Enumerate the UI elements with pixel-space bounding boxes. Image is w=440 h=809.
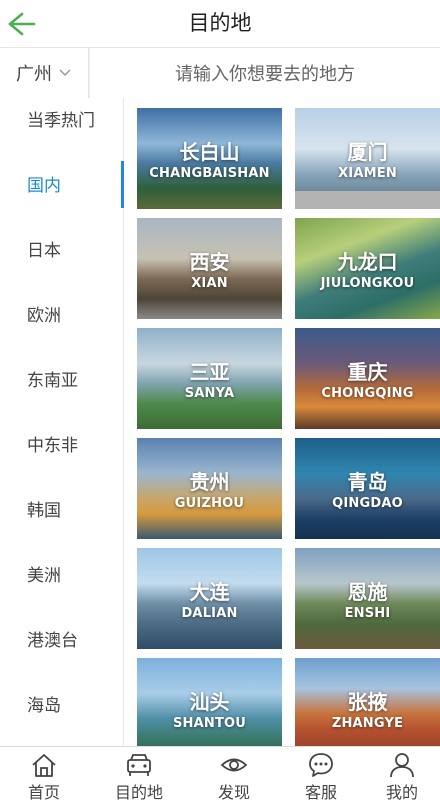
tab-me[interactable]: 我的 <box>364 747 440 809</box>
city-selector[interactable]: 广州 <box>0 48 89 98</box>
destination-name: 厦门 <box>347 140 388 164</box>
destination-card[interactable]: 张掖 ZHANGYE <box>295 658 440 746</box>
tab-discover[interactable]: 发现 <box>190 747 278 809</box>
destination-name: 大连 <box>189 580 230 604</box>
page-title: 目的地 <box>188 11 252 35</box>
tab-service[interactable]: 客服 <box>277 747 365 809</box>
destination-name: 三亚 <box>189 360 230 384</box>
destination-card[interactable]: 厦门 XIAMEN <box>295 108 440 209</box>
destination-pinyin: XIAN <box>191 276 228 291</box>
car-icon <box>127 754 151 776</box>
eye-icon <box>220 758 248 772</box>
destination-pinyin: QINGDAO <box>332 496 403 511</box>
search-bar: 广州 请输入你想要去的地方 <box>0 48 440 98</box>
destination-card[interactable]: 三亚 SANYA <box>137 328 282 429</box>
destination-name: 长白山 <box>179 140 240 164</box>
sidebar-item[interactable]: 海岛 <box>0 683 123 748</box>
destination-pinyin: SHANTOU <box>172 716 247 731</box>
destination-name: 西安 <box>189 250 230 274</box>
destination-pinyin: SANYA <box>184 386 235 401</box>
destination-card[interactable]: 长白山 CHANGBAISHAN <box>137 108 282 209</box>
destination-card[interactable]: 西安 XIAN <box>137 218 282 319</box>
user-icon <box>390 753 414 778</box>
tab-label: 发现 <box>217 783 250 802</box>
destination-card[interactable]: 青岛 QINGDAO <box>295 438 440 539</box>
search-input[interactable]: 请输入你想要去的地方 <box>90 48 440 98</box>
sidebar-item[interactable]: 日本 <box>0 228 123 293</box>
tab-label: 客服 <box>304 783 337 802</box>
destination-pinyin: ZHANGYE <box>331 716 404 731</box>
destination-pinyin: GUIZHOU <box>174 496 245 511</box>
destination-card[interactable]: 九龙口 JIULONGKOU <box>295 218 440 319</box>
destination-name: 九龙口 <box>337 250 398 274</box>
sidebar-item-active[interactable]: 国内 <box>0 163 123 228</box>
destination-name: 恩施 <box>347 580 388 604</box>
home-icon <box>32 754 56 777</box>
destination-pinyin: CHONGQING <box>321 386 414 401</box>
destination-name: 贵州 <box>189 470 230 494</box>
header: 目的地 <box>0 0 440 48</box>
destination-name: 青岛 <box>347 470 388 494</box>
active-indicator <box>121 161 124 208</box>
destination-card[interactable]: 大连 DALIAN <box>137 548 282 649</box>
tab-label: 目的地 <box>114 783 163 802</box>
destination-card[interactable]: 恩施 ENSHI <box>295 548 440 649</box>
destination-pinyin: ENSHI <box>344 606 391 621</box>
sidebar-item[interactable]: 中东非 <box>0 423 123 488</box>
sidebar-item[interactable]: 当季热门 <box>0 98 123 163</box>
destination-pinyin: DALIAN <box>181 606 238 621</box>
destination-card[interactable]: 贵州 GUIZHOU <box>137 438 282 539</box>
sidebar-item[interactable]: 东南亚 <box>0 358 123 423</box>
destination-pinyin: JIULONGKOU <box>320 276 415 291</box>
tab-label: 我的 <box>385 783 418 802</box>
category-sidebar: 当季热门 国内 日本 欧洲 东南亚 中东非 韩国 美洲 港澳台 海岛 <box>0 98 124 746</box>
tab-destination[interactable]: 目的地 <box>95 747 183 809</box>
chat-icon <box>309 753 333 777</box>
sidebar-item[interactable]: 韩国 <box>0 488 123 553</box>
bottom-tab-bar: 首页 目的地 发现 客服 我的 <box>0 746 440 809</box>
chevron-down-icon <box>59 69 71 77</box>
destination-card[interactable]: 重庆 CHONGQING <box>295 328 440 429</box>
tab-home[interactable]: 首页 <box>0 747 88 809</box>
sidebar-item[interactable]: 港澳台 <box>0 618 123 683</box>
city-name: 广州 <box>16 64 52 85</box>
destination-name: 张掖 <box>347 690 388 714</box>
sidebar-item[interactable]: 欧洲 <box>0 293 123 358</box>
destination-name: 汕头 <box>189 690 230 714</box>
destination-pinyin: CHANGBAISHAN <box>149 166 270 181</box>
destination-name: 重庆 <box>347 360 388 384</box>
destination-grid: 长白山 CHANGBAISHAN 厦门 XIAMEN 西安 XIAN 九龙口 J… <box>137 108 440 746</box>
sidebar-item[interactable]: 美洲 <box>0 553 123 618</box>
destination-pinyin: XIAMEN <box>338 166 397 181</box>
destination-card[interactable]: 汕头 SHANTOU <box>137 658 282 746</box>
tab-label: 首页 <box>27 783 60 802</box>
